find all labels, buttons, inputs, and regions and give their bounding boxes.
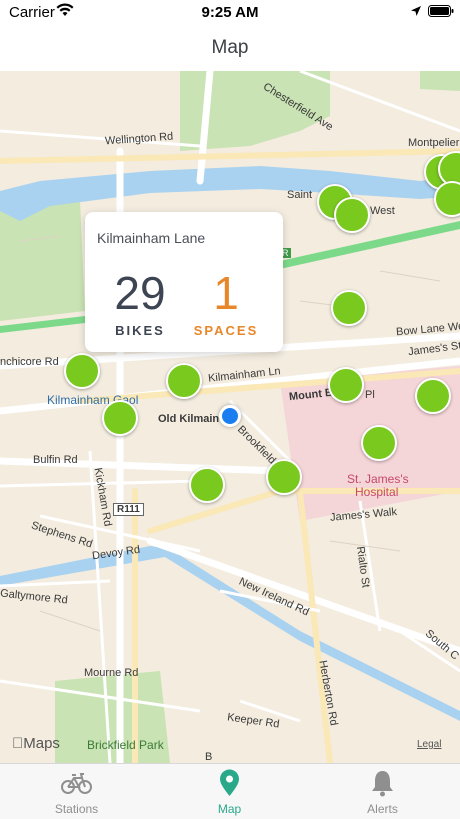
maps-logo: Maps [12,735,60,752]
location-arrow-icon [411,6,421,16]
apple-icon:  [12,735,23,752]
map-label: Brickfield Park [87,738,164,752]
tab-label: Map [217,802,242,816]
legal-link[interactable]: Legal [417,739,441,750]
bicycle-icon [61,773,92,794]
map-label: Pl [365,389,375,401]
tab-alerts[interactable]: Alerts [306,764,459,819]
page-title: Map [211,37,249,58]
map-view[interactable]: Chesterfield Ave Wellington Rd Montpelie… [0,71,460,763]
bell-icon [372,771,393,797]
station-pin[interactable] [166,363,202,399]
user-location-dot [219,405,241,427]
station-pin[interactable] [102,400,138,436]
navigation-bar: Map [0,26,460,70]
bikes-count: 29 [114,267,166,319]
station-callout[interactable]: Kilmainham Lane 29 BIKES 1 SPACES [85,212,283,352]
tab-stations[interactable]: Stations [0,764,153,819]
road-shield: R111 [113,503,144,516]
spaces-count: 1 [213,267,239,319]
battery-icon [428,5,454,17]
station-name: Kilmainham Lane [97,230,206,246]
station-pin[interactable] [266,459,302,495]
station-pin[interactable] [189,467,225,503]
map-label: St. James's [347,472,409,486]
map-label: Old Kilmain [158,413,220,425]
station-pin[interactable] [334,197,370,233]
map-pin-icon [220,769,239,796]
map-label: Bulfin Rd [33,454,78,466]
status-bar: Carrier 9:25 AM [0,0,460,26]
bikes-label: BIKES [115,323,165,338]
station-pin[interactable] [331,290,367,326]
clock: 9:25 AM [201,4,259,21]
map-label: Saint [287,189,313,201]
map-label: nchicore Rd [0,356,59,368]
map-label: West [370,205,395,217]
tab-bar: Stations Map Alerts [0,763,460,819]
map-label: Hospital [355,485,399,499]
map-label: B [205,751,213,763]
tab-map[interactable]: Map [153,764,306,819]
station-pin[interactable] [64,353,100,389]
maps-logo-text: Maps [12,735,60,752]
station-pin[interactable] [361,425,397,461]
map-label: Mourne Rd [84,667,139,679]
station-pin[interactable] [415,378,451,414]
station-pin[interactable] [328,367,364,403]
tab-label: Alerts [367,802,398,816]
map-label: Montpelier [408,137,460,149]
tab-label: Stations [54,802,99,816]
spaces-label: SPACES [193,323,259,338]
